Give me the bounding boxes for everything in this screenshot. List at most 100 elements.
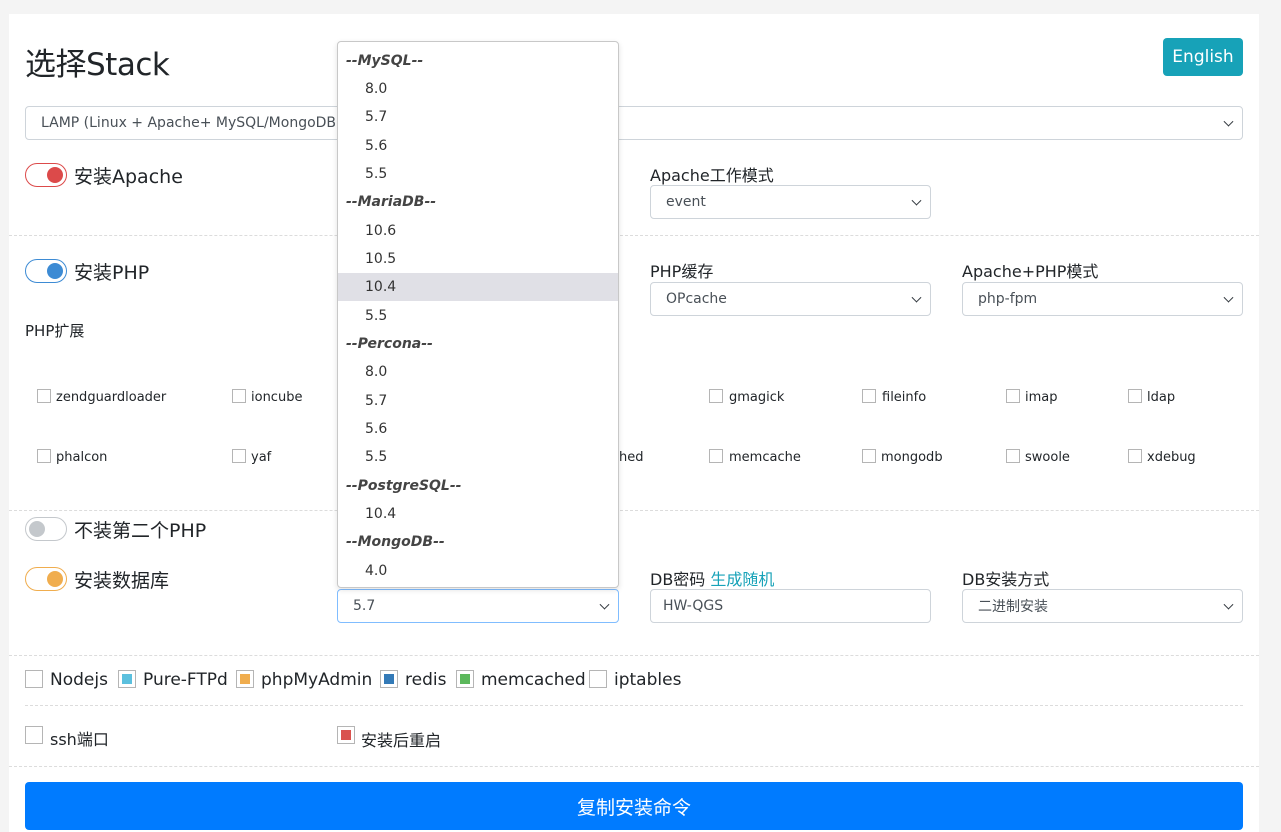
php-cache-value: OPcache: [666, 291, 727, 307]
checkbox-fill: [122, 674, 132, 684]
ext-label: ioncube: [251, 390, 303, 405]
divider: [25, 705, 1243, 706]
ext-label: memcache: [729, 450, 801, 465]
option-percona-5.6[interactable]: 5.6: [338, 415, 618, 443]
ext-label: swoole: [1025, 450, 1070, 465]
pureftpd-label: Pure-FTPd: [143, 670, 228, 690]
generate-random-link[interactable]: 生成随机: [710, 570, 774, 589]
ext-label: mongodb: [881, 450, 943, 465]
nodejs-label: Nodejs: [50, 670, 108, 690]
option-mysql-5.7[interactable]: 5.7: [338, 103, 618, 131]
option-mysql-5.5[interactable]: 5.5: [338, 160, 618, 188]
chevron-down-icon: [911, 195, 922, 206]
ext-checkbox-zendguardloader[interactable]: [37, 389, 51, 403]
ext-checkbox-xdebug[interactable]: [1128, 449, 1142, 463]
copy-install-command-button[interactable]: 复制安装命令: [25, 782, 1243, 830]
ext-checkbox-gmagick[interactable]: [709, 389, 723, 403]
db-toggle[interactable]: [25, 567, 67, 591]
checkbox-fill: [384, 674, 394, 684]
php-toggle[interactable]: [25, 259, 67, 283]
ext-checkbox-mongodb[interactable]: [862, 449, 876, 463]
pureftpd-checkbox[interactable]: [118, 670, 136, 688]
php-mode-label: Apache+PHP模式: [962, 262, 1099, 281]
db-password-input[interactable]: HW-QGS: [650, 589, 931, 623]
php-label: 安装PHP: [74, 262, 150, 284]
option-postgresql-10.4[interactable]: 10.4: [338, 500, 618, 528]
ssh-port-checkbox[interactable]: [25, 726, 43, 744]
option-mariadb-10.6[interactable]: 10.6: [338, 217, 618, 245]
ext-label: ldap: [1147, 390, 1176, 405]
db-version-select[interactable]: 5.7: [337, 589, 619, 623]
language-button[interactable]: English: [1163, 38, 1243, 76]
db-method-label: DB安装方式: [962, 570, 1050, 589]
reboot-label: 安装后重启: [361, 731, 442, 750]
ext-checkbox-ldap[interactable]: [1128, 389, 1142, 403]
ext-checkbox-swoole[interactable]: [1006, 449, 1020, 463]
option-mariadb-10.4[interactable]: 10.4: [338, 273, 618, 301]
option-percona-5.7[interactable]: 5.7: [338, 387, 618, 415]
toggle-knob: [47, 167, 63, 183]
nodejs-checkbox[interactable]: [25, 670, 43, 688]
php-cache-select[interactable]: OPcache: [650, 282, 931, 316]
divider: [9, 655, 1259, 656]
ext-label: yaf: [251, 450, 272, 465]
toggle-knob: [47, 263, 63, 279]
page-title: 选择Stack: [25, 47, 170, 83]
apache-mode-label: Apache工作模式: [650, 166, 774, 185]
memcached-label: memcached: [481, 670, 586, 690]
optgroup-mariadb: --MariaDB--: [346, 194, 437, 210]
ext-checkbox-phalcon[interactable]: [37, 449, 51, 463]
ext-label: zendguardloader: [56, 390, 167, 405]
redis-label: redis: [405, 670, 447, 690]
db-password-label-text: DB密码: [650, 570, 706, 589]
apache-mode-select[interactable]: event: [650, 185, 931, 219]
iptables-label: iptables: [614, 670, 682, 690]
apache-toggle[interactable]: [25, 163, 67, 187]
checkbox-fill: [460, 674, 470, 684]
ext-checkbox-yaf[interactable]: [232, 449, 246, 463]
apache-label: 安装Apache: [74, 166, 183, 188]
reboot-checkbox[interactable]: [337, 726, 355, 744]
db-method-value: 二进制安装: [978, 599, 1048, 615]
php-cache-label: PHP缓存: [650, 262, 714, 281]
option-mysql-5.6[interactable]: 5.6: [338, 132, 618, 160]
checkbox-fill: [341, 730, 351, 740]
option-mysql-8.0[interactable]: 8.0: [338, 75, 618, 103]
ext-checkbox-memcache[interactable]: [709, 449, 723, 463]
optgroup-postgresql: --PostgreSQL--: [346, 478, 462, 494]
php2-toggle[interactable]: [25, 517, 67, 541]
stack-select[interactable]: LAMP (Linux + Apache+ MySQL/MongoDB + PH…: [25, 106, 1243, 140]
redis-checkbox[interactable]: [380, 670, 398, 688]
db-version-value: 5.7: [353, 598, 376, 614]
divider: [9, 510, 1259, 511]
chevron-down-icon: [599, 599, 610, 610]
php-mode-select[interactable]: php-fpm: [962, 282, 1243, 316]
ext-checkbox-imap[interactable]: [1006, 389, 1020, 403]
db-password-value: HW-QGS: [663, 598, 724, 614]
php-ext-label: PHP扩展: [25, 322, 85, 340]
ext-checkbox-fileinfo[interactable]: [862, 389, 876, 403]
ext-label: hed: [619, 450, 644, 465]
optgroup-mysql: --MySQL--: [346, 53, 424, 69]
php2-label: 不装第二个PHP: [74, 520, 207, 542]
ext-label: fileinfo: [882, 390, 927, 405]
checkbox-fill: [240, 674, 250, 684]
memcached-checkbox[interactable]: [456, 670, 474, 688]
ext-checkbox-ioncube[interactable]: [232, 389, 246, 403]
option-percona-8.0[interactable]: 8.0: [338, 358, 618, 386]
chevron-down-icon: [911, 292, 922, 303]
chevron-down-icon: [1223, 116, 1234, 127]
ext-label: gmagick: [729, 390, 785, 405]
option-mariadb-5.5[interactable]: 5.5: [338, 302, 618, 330]
toggle-knob: [47, 571, 63, 587]
divider: [9, 766, 1259, 767]
iptables-checkbox[interactable]: [589, 670, 607, 688]
option-mongodb-4.0[interactable]: 4.0: [338, 557, 618, 585]
db-version-dropdown[interactable]: --MySQL-- 8.0 5.7 5.6 5.5 --MariaDB-- 10…: [337, 41, 619, 588]
option-percona-5.5[interactable]: 5.5: [338, 443, 618, 471]
db-method-select[interactable]: 二进制安装: [962, 589, 1243, 623]
ssh-port-label: ssh端口: [50, 730, 109, 749]
option-mariadb-10.5[interactable]: 10.5: [338, 245, 618, 273]
phpmyadmin-checkbox[interactable]: [236, 670, 254, 688]
ext-label: xdebug: [1147, 450, 1196, 465]
